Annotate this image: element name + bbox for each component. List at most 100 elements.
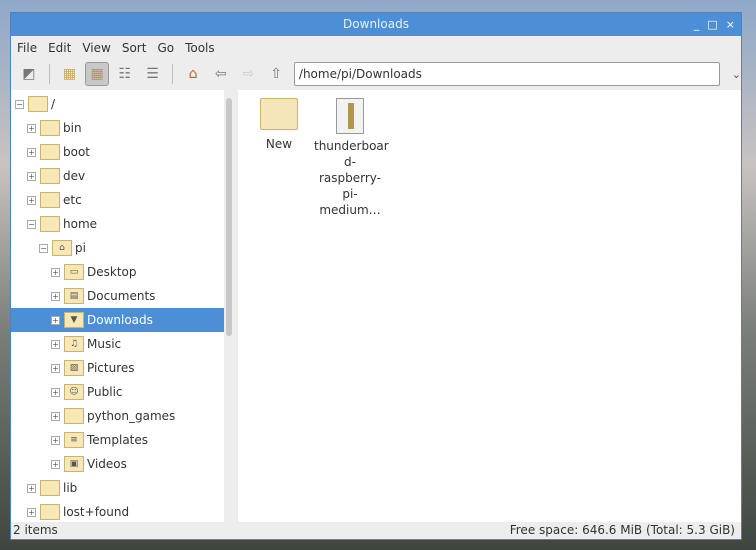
expander-icon[interactable]: +	[27, 195, 36, 205]
folder-icon: ▨	[64, 360, 84, 376]
forward-icon[interactable]: ⇨	[237, 62, 261, 86]
tree-item-public[interactable]: + ☺ Public	[11, 380, 224, 404]
menu-tools[interactable]: Tools	[185, 41, 215, 55]
maximize-button[interactable]: □	[707, 13, 717, 36]
chevron-down-icon[interactable]: ⌄	[732, 68, 741, 81]
expander-icon[interactable]: −	[15, 99, 24, 109]
free-space: Free space: 646.6 MiB (Total: 5.3 GiB)	[509, 522, 735, 537]
window-title: Downloads	[343, 17, 409, 31]
menu-go[interactable]: Go	[157, 41, 174, 55]
folder-icon	[260, 98, 298, 130]
folder-icon: ⌂	[52, 240, 72, 256]
menu-bar: File Edit View Sort Go Tools	[11, 36, 741, 59]
expander-icon[interactable]: +	[51, 291, 60, 301]
folder-icon: ≡	[64, 432, 84, 448]
path-input[interactable]: /home/pi/Downloads	[293, 62, 720, 86]
expander-icon[interactable]: +	[27, 483, 36, 493]
menu-sort[interactable]: Sort	[122, 41, 147, 55]
scrollbar-thumb[interactable]	[226, 98, 232, 336]
expander-icon[interactable]: +	[51, 459, 60, 469]
archive-icon	[336, 98, 364, 134]
tree-item-label: pi	[75, 241, 86, 255]
tree-item-dev[interactable]: + dev	[11, 164, 224, 188]
close-button[interactable]: ×	[726, 13, 735, 36]
status-bar: 2 items Free space: 646.6 MiB (Total: 5.…	[11, 520, 741, 539]
tree-item-label: Documents	[87, 289, 156, 303]
tree-item-documents[interactable]: + ▤ Documents	[11, 284, 224, 308]
title-bar[interactable]: Downloads _ □ ×	[11, 13, 741, 36]
tree-item-desktop[interactable]: + ▭ Desktop	[11, 260, 224, 284]
menu-file[interactable]: File	[17, 41, 37, 55]
tree-item-label: Pictures	[87, 361, 135, 375]
thumbnail-view-icon[interactable]: ▦	[85, 62, 109, 86]
separator	[48, 64, 50, 84]
folder-icon: ▼	[64, 312, 84, 328]
home-icon[interactable]: ⌂	[181, 62, 205, 86]
expander-icon[interactable]: +	[27, 507, 36, 517]
up-icon[interactable]: ⇧	[264, 62, 288, 86]
tree-item-label: dev	[63, 169, 86, 183]
minimize-button[interactable]: _	[694, 13, 700, 36]
file-view[interactable]: New thunderboar d-raspberry-pi-medium…	[238, 90, 741, 522]
tree-item-home[interactable]: − home	[11, 212, 224, 236]
tree-item-templates[interactable]: + ≡ Templates	[11, 428, 224, 452]
folder-icon	[40, 168, 60, 184]
menu-edit[interactable]: Edit	[48, 41, 71, 55]
tree-item-label: etc	[63, 193, 82, 207]
back-icon[interactable]: ⇦	[209, 62, 233, 86]
menu-view[interactable]: View	[82, 41, 110, 55]
expander-icon[interactable]: +	[27, 123, 36, 133]
expander-icon[interactable]: +	[27, 147, 36, 157]
folder-icon: ▣	[64, 456, 84, 472]
expander-icon[interactable]: +	[27, 171, 36, 181]
expander-icon[interactable]: +	[51, 363, 60, 373]
folder-icon	[40, 120, 60, 136]
folder-icon	[40, 504, 60, 520]
tree-item-bin[interactable]: + bin	[11, 116, 224, 140]
file-name: thunderboar d-raspberry-pi-medium…	[314, 139, 389, 217]
expander-icon[interactable]: +	[51, 435, 60, 445]
tree-item-label: Public	[87, 385, 123, 399]
tree-item-music[interactable]: + ♫ Music	[11, 332, 224, 356]
folder-icon	[40, 192, 60, 208]
tree-item-videos[interactable]: + ▣ Videos	[11, 452, 224, 476]
tree-scrollbar[interactable]	[224, 90, 234, 522]
directory-tree[interactable]: − / + bin + boot + dev + etc − home − ⌂ pi + ▭ Desktop + ▤ D…	[11, 90, 224, 522]
expander-icon[interactable]: +	[51, 339, 60, 349]
file-item-archive[interactable]: thunderboar d-raspberry-pi-medium…	[314, 98, 389, 218]
expander-icon[interactable]: −	[27, 219, 36, 229]
folder-icon: ▭	[64, 264, 84, 280]
icon-view-icon[interactable]: ▦	[58, 62, 82, 86]
tree-item-downloads[interactable]: + ▼ Downloads	[11, 308, 224, 332]
folder-icon	[64, 408, 84, 424]
tree-item-label: Downloads	[87, 313, 153, 327]
tree-item-python-games[interactable]: + python_games	[11, 404, 224, 428]
new-window-icon[interactable]: ◩	[17, 62, 41, 86]
tree-item-etc[interactable]: + etc	[11, 188, 224, 212]
expander-icon[interactable]: +	[51, 267, 60, 277]
compact-view-icon[interactable]: ☷	[113, 62, 137, 86]
tree-item-pi[interactable]: − ⌂ pi	[11, 236, 224, 260]
tree-item-[interactable]: − /	[11, 92, 224, 116]
tree-item-label: bin	[63, 121, 82, 135]
tree-item-boot[interactable]: + boot	[11, 140, 224, 164]
file-item-folder[interactable]: New	[243, 98, 315, 152]
tree-item-label: Music	[87, 337, 122, 351]
expander-icon[interactable]: −	[39, 243, 48, 253]
folder-icon: ▤	[64, 288, 84, 304]
list-view-icon[interactable]: ☰	[141, 62, 165, 86]
expander-icon[interactable]: +	[51, 411, 60, 421]
folder-icon	[40, 480, 60, 496]
path-text: /home/pi/Downloads	[298, 67, 422, 81]
expander-icon[interactable]: +	[51, 315, 60, 325]
toolbar: ◩ ▦ ▦ ☷ ☰ ⌂ ⇦ ⇨ ⇧ /home/pi/Downloads ⌄	[11, 59, 741, 89]
separator	[172, 64, 174, 84]
tree-item-pictures[interactable]: + ▨ Pictures	[11, 356, 224, 380]
tree-item-lost-found[interactable]: + lost+found	[11, 500, 224, 522]
file-manager-window: Downloads _ □ × File Edit View Sort Go T…	[10, 12, 742, 540]
tree-item-label: Videos	[87, 457, 127, 471]
expander-icon[interactable]: +	[51, 387, 60, 397]
tree-item-label: boot	[63, 145, 91, 159]
tree-item-label: lost+found	[63, 505, 130, 519]
tree-item-lib[interactable]: + lib	[11, 476, 224, 500]
